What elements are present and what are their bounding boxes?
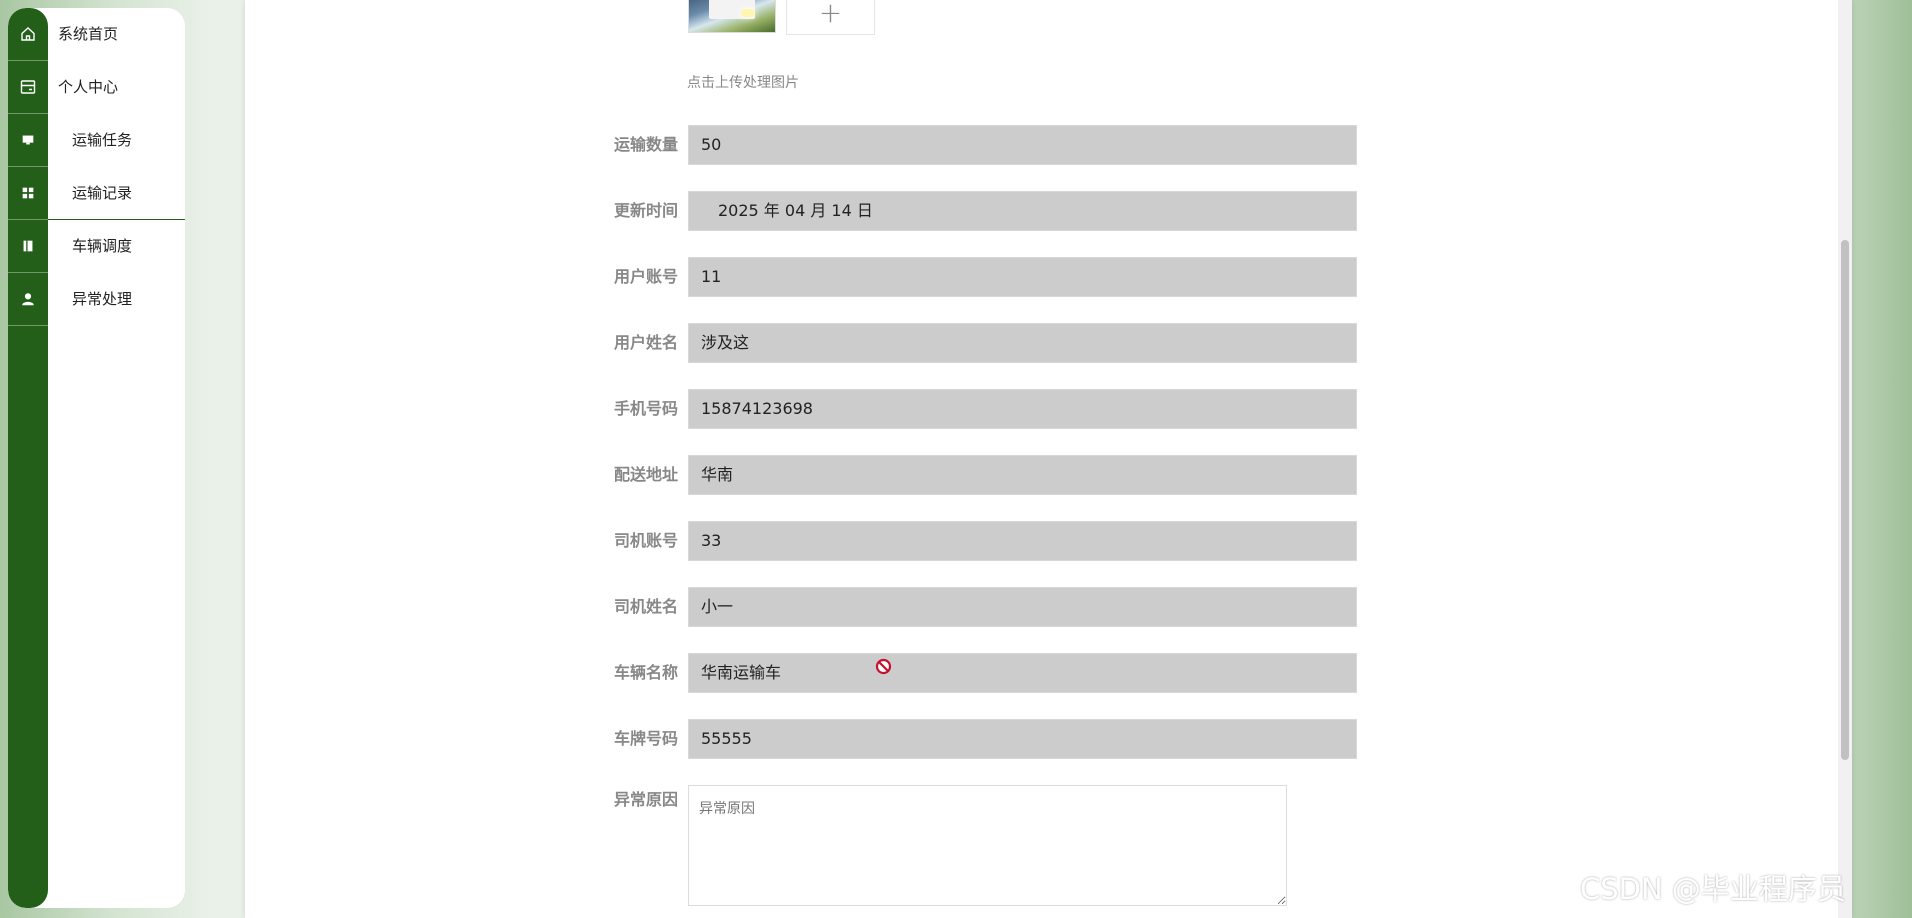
field-label: 手机号码	[613, 399, 678, 418]
upload-image-button[interactable]: +	[786, 0, 875, 35]
field-label: 运输数量	[613, 135, 678, 154]
plate-number-field[interactable]: 55555	[688, 719, 1357, 759]
phone-field[interactable]: 15874123698	[688, 389, 1357, 429]
uploaded-image-thumbnail[interactable]	[688, 0, 776, 33]
field-label: 用户姓名	[613, 333, 678, 352]
update-time-field[interactable]: 2025 年 04 月 14 日	[688, 191, 1357, 231]
field-label: 车牌号码	[613, 729, 678, 748]
plus-icon: +	[818, 0, 843, 29]
user-account-field[interactable]: 11	[688, 257, 1357, 297]
field-label: 司机账号	[613, 531, 678, 550]
upload-hint: 点击上传处理图片	[687, 75, 799, 91]
field-label: 更新时间	[613, 201, 678, 220]
truck-headlight	[741, 9, 755, 17]
exception-form: + 点击上传处理图片 运输数量 50 更新时间 2025 年 04 月 14 日…	[0, 0, 1912, 918]
field-label: 异常原因	[613, 790, 678, 809]
user-name-field[interactable]: 涉及这	[688, 323, 1357, 363]
transport-quantity-field[interactable]: 50	[688, 125, 1357, 165]
delivery-address-field[interactable]: 华南	[688, 455, 1357, 495]
vehicle-name-field[interactable]: 华南运输车	[688, 653, 1357, 693]
watermark: CSDN @毕业程序员	[1580, 872, 1846, 906]
field-label: 配送地址	[613, 465, 678, 484]
field-label: 车辆名称	[613, 663, 678, 682]
field-label: 司机姓名	[613, 597, 678, 616]
driver-name-field[interactable]: 小一	[688, 587, 1357, 627]
field-label: 用户账号	[613, 267, 678, 286]
driver-account-field[interactable]: 33	[688, 521, 1357, 561]
not-allowed-cursor-icon	[875, 658, 892, 675]
exception-reason-textarea[interactable]	[688, 785, 1287, 906]
